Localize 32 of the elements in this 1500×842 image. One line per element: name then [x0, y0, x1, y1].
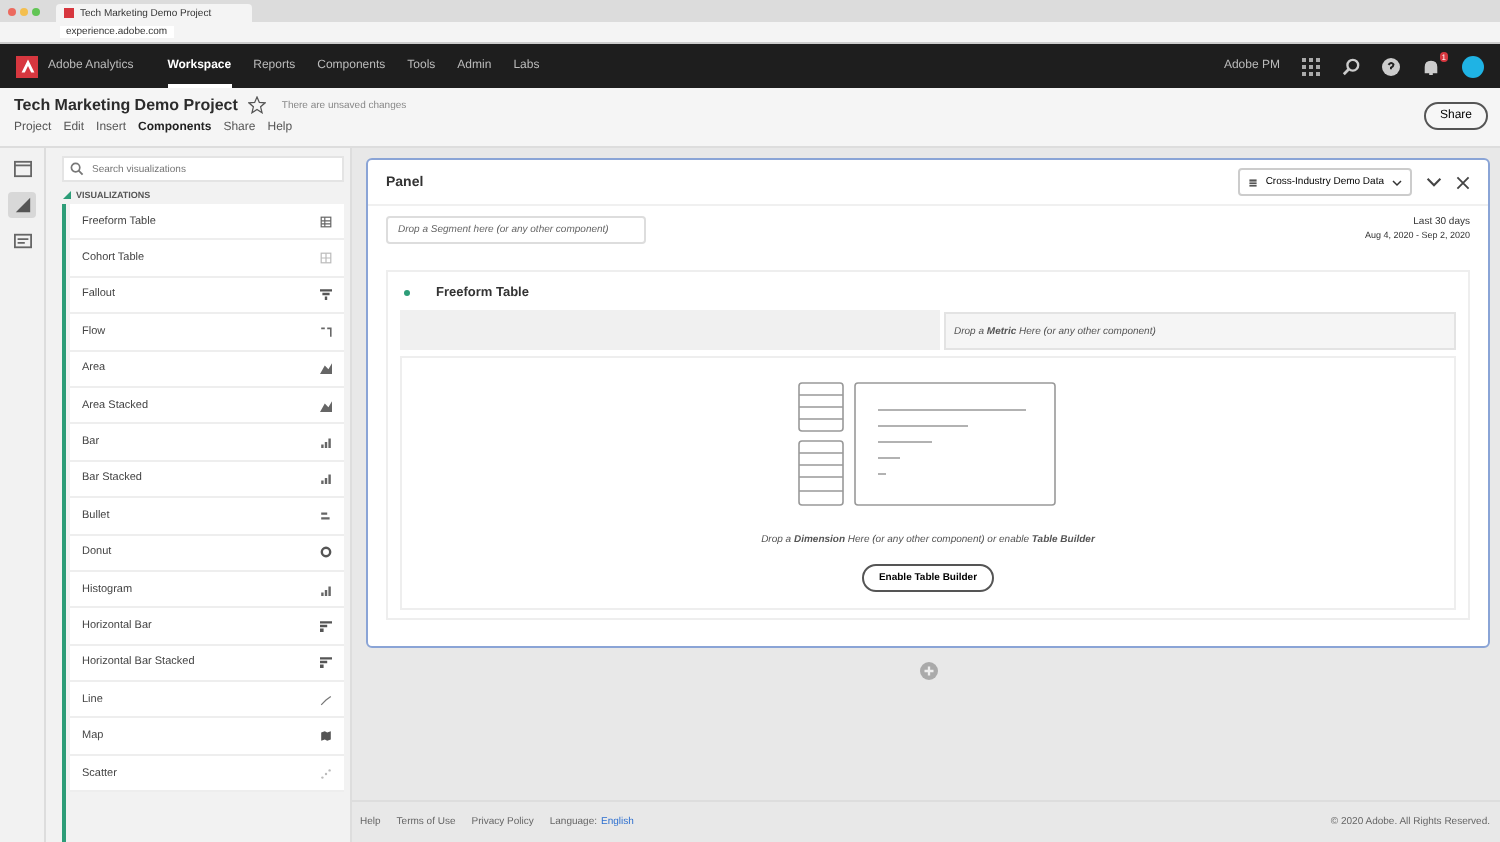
collapse-icon[interactable] [1426, 174, 1442, 190]
list-icon[interactable] [8, 228, 36, 254]
funnel-chart-icon [320, 288, 332, 301]
search-icon[interactable] [1342, 57, 1360, 75]
scatter-chart-icon [320, 767, 332, 780]
hbar-chart-icon [320, 619, 332, 632]
line-chart-icon [320, 693, 332, 706]
bar-chart-icon [320, 436, 332, 449]
project-title: Tech Marketing Demo Project [14, 96, 238, 114]
bell-icon[interactable] [1422, 57, 1440, 75]
flow-chart-icon [320, 325, 332, 338]
chart-icon[interactable] [8, 192, 36, 218]
panel-icon[interactable] [8, 156, 36, 182]
caret-icon [1392, 177, 1402, 187]
donut-chart-icon [320, 546, 332, 559]
grid-chart-icon [320, 252, 332, 265]
status-dot-icon [404, 290, 410, 296]
map-chart-icon [320, 730, 332, 743]
help-icon[interactable] [1382, 57, 1400, 75]
star-icon[interactable] [247, 96, 266, 114]
bar-chart-icon [320, 472, 332, 485]
close-icon[interactable] [1456, 175, 1470, 189]
area-chart-icon [320, 362, 332, 375]
table-chart-icon [320, 215, 332, 228]
hbar-chart-icon [320, 656, 332, 669]
data-icon [1247, 177, 1258, 187]
bar-chart-icon [320, 583, 332, 596]
bullet-chart-icon [320, 509, 332, 522]
chart-icon [62, 190, 72, 200]
area-chart-icon [320, 399, 332, 412]
avatar-circle[interactable] [1462, 55, 1484, 77]
apps-grid-icon[interactable] [1302, 57, 1320, 75]
